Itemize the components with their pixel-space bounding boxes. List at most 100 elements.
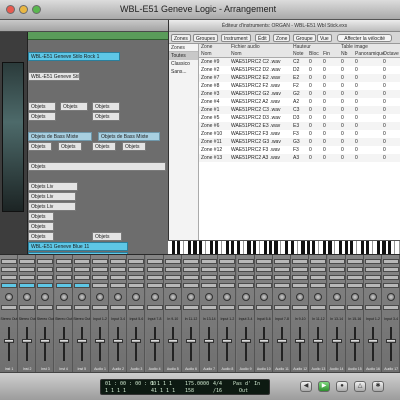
send-slot[interactable]	[1, 275, 17, 280]
volume-fader[interactable]	[167, 339, 178, 343]
arrange-region[interactable]: Objets	[92, 232, 122, 241]
insert-slot[interactable]	[237, 259, 254, 264]
pan-knob[interactable]	[241, 293, 250, 301]
col-pan[interactable]: Panoramique	[355, 51, 385, 57]
channel-input[interactable]: Input 3-4	[382, 317, 400, 321]
pan-knob[interactable]	[150, 293, 159, 301]
zone-row[interactable]: Zone #7 WAE51PRC2 E2 .wav E2 0 0 0 0 0	[199, 74, 400, 82]
send-slot[interactable]	[255, 275, 272, 280]
insert-slot[interactable]	[92, 259, 108, 264]
menu-instrument[interactable]: Instrument	[221, 34, 251, 42]
zone-row[interactable]: Zone #6 WAE51PRC2 E3 .wav E3 0 0 0 0 0	[199, 122, 400, 130]
io-slot[interactable]	[292, 283, 309, 288]
channel-input[interactable]: Input 1-2	[218, 317, 236, 321]
division[interactable]: /16	[213, 388, 222, 394]
pan-knob[interactable]	[114, 293, 123, 301]
insert-slot[interactable]	[55, 259, 72, 264]
io-slot[interactable]	[383, 283, 400, 288]
insert-slot[interactable]	[274, 259, 290, 264]
send-slot[interactable]	[19, 275, 36, 280]
channel-input[interactable]: Stereo Out	[73, 317, 91, 321]
insert-slot[interactable]	[55, 267, 72, 272]
pan-knob[interactable]	[23, 293, 32, 301]
pan-knob[interactable]	[259, 293, 268, 301]
pan-knob[interactable]	[387, 293, 396, 301]
io-slot[interactable]	[328, 283, 345, 288]
arrange-region[interactable]: Objets	[58, 142, 82, 151]
menu-groupes[interactable]: Groupes	[193, 34, 219, 42]
pan-knob[interactable]	[132, 293, 141, 301]
volume-fader[interactable]	[131, 339, 142, 343]
channel-input[interactable]: Stereo Out	[55, 317, 73, 321]
insert-slot[interactable]	[255, 267, 272, 272]
io-slot[interactable]	[310, 283, 327, 288]
close-icon[interactable]	[6, 5, 15, 14]
insert-slot[interactable]	[128, 267, 145, 272]
pan-knob[interactable]	[187, 293, 195, 301]
channel-input[interactable]: Input 1-2	[364, 317, 382, 321]
insert-slot[interactable]	[128, 259, 145, 264]
io-slot[interactable]	[73, 283, 90, 288]
signature[interactable]: 4/4	[213, 381, 222, 387]
io-slot[interactable]	[146, 283, 163, 288]
io-slot[interactable]	[92, 283, 108, 288]
insert-slot[interactable]	[164, 259, 181, 264]
arrange-region[interactable]: WBL-E51 Geneve Blue 11	[28, 242, 128, 251]
pan-knob[interactable]	[41, 293, 50, 301]
insert-slot[interactable]	[183, 267, 199, 272]
io-slot[interactable]	[255, 283, 272, 288]
arrange-region[interactable]: WBL-E51 Geneve Stilo Rock 1	[28, 52, 120, 61]
volume-fader[interactable]	[349, 339, 360, 343]
zone-row[interactable]: Zone #1 WAE51PRC2 C3 .wav C3 0 0 0 0 0	[199, 106, 400, 114]
pan-knob[interactable]	[223, 293, 232, 301]
insert-slot[interactable]	[19, 259, 36, 264]
io-slot[interactable]	[1, 283, 17, 288]
send-slot[interactable]	[292, 275, 309, 280]
insert-slot[interactable]	[383, 259, 400, 264]
arrange-region[interactable]: Objets	[92, 102, 120, 111]
menu-zone[interactable]: Zone	[273, 34, 291, 42]
send-slot[interactable]	[37, 275, 54, 280]
channel-input[interactable]: Input 3-4	[109, 317, 127, 321]
insert-slot[interactable]	[346, 259, 363, 264]
io-slot[interactable]	[164, 283, 181, 288]
arrange-region[interactable]: Objets de Bass Mixte	[98, 132, 160, 141]
cycle-button[interactable]: ◀	[300, 381, 312, 392]
volume-fader[interactable]	[240, 339, 251, 343]
automation-slot[interactable]	[183, 305, 199, 310]
zoom-icon[interactable]	[32, 5, 41, 14]
channel-input[interactable]: Input 7-8	[273, 317, 291, 321]
pan-knob[interactable]	[77, 293, 86, 301]
send-slot[interactable]	[128, 275, 145, 280]
arrange-region[interactable]: Objets	[92, 142, 116, 151]
insert-slot[interactable]	[183, 259, 199, 264]
volume-fader[interactable]	[4, 339, 14, 343]
insert-slot[interactable]	[73, 267, 90, 272]
automation-slot[interactable]	[219, 305, 236, 310]
automation-slot[interactable]	[146, 305, 163, 310]
io-slot[interactable]	[110, 283, 127, 288]
insert-slot[interactable]	[1, 259, 17, 264]
arrange-region[interactable]: Objets	[28, 222, 54, 231]
zone-row[interactable]: Zone #5 WAE51PRC2 D3 .wav D3 0 0 0 0 0	[199, 114, 400, 122]
send-slot[interactable]	[274, 275, 290, 280]
zone-row[interactable]: Zone #13 WAE51PRC2 A3 .wav A3 0 0 0 0 0	[199, 154, 400, 162]
volume-fader[interactable]	[386, 339, 397, 343]
channel-input[interactable]: Input 5-6	[127, 317, 145, 321]
apply-velocity-button[interactable]: Affecter la vélocité	[337, 34, 392, 42]
arrange-region[interactable]: Objets	[28, 102, 56, 111]
insert-slot[interactable]	[164, 267, 181, 272]
volume-fader[interactable]	[222, 339, 233, 343]
send-slot[interactable]	[310, 275, 327, 280]
pan-knob[interactable]	[369, 293, 377, 301]
volume-fader[interactable]	[22, 339, 33, 343]
arrange-region[interactable]: Objets	[28, 212, 54, 221]
volume-fader[interactable]	[368, 339, 378, 343]
io-slot[interactable]	[346, 283, 363, 288]
insert-slot[interactable]	[219, 267, 236, 272]
channel-input[interactable]: In 9-10	[291, 317, 309, 321]
insert-slot[interactable]	[310, 267, 327, 272]
record-button[interactable]: ●	[336, 381, 348, 392]
automation-slot[interactable]	[92, 305, 108, 310]
send-slot[interactable]	[110, 275, 127, 280]
